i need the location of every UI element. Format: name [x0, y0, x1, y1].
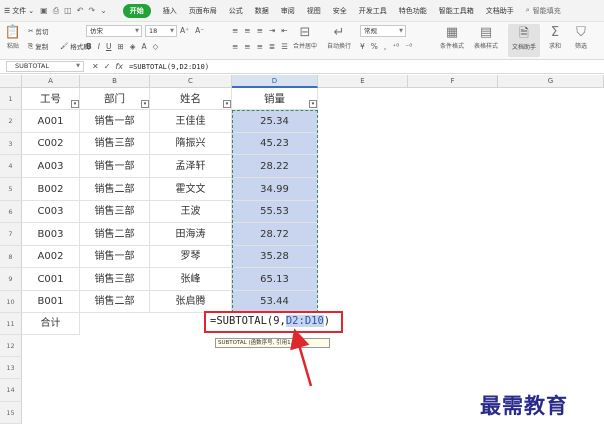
- watermark: 最需教育: [480, 393, 568, 418]
- annotation-arrow-icon: [290, 328, 313, 387]
